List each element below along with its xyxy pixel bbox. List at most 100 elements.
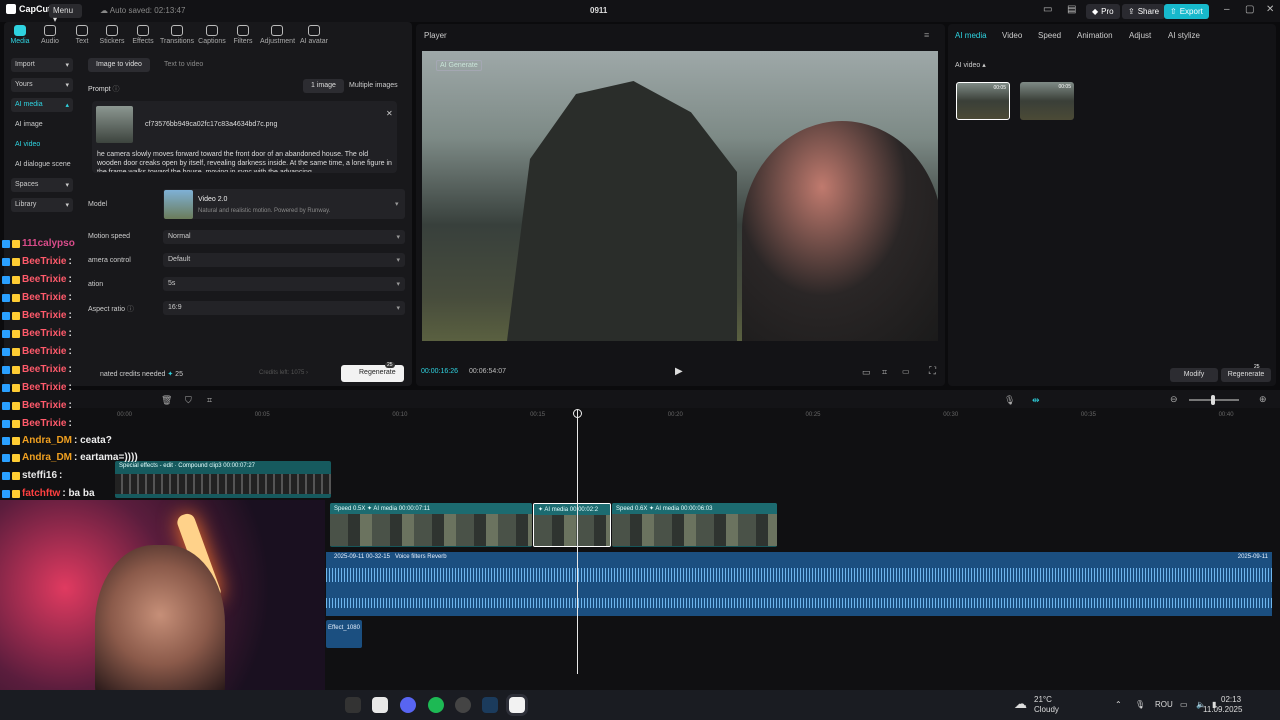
sidebar-item-ai-video[interactable]: AI video [11, 138, 73, 152]
fullscreen-icon[interactable]: ⛶ [929, 366, 936, 377]
tab-transitions[interactable]: Transitions [160, 25, 194, 45]
sidebar-item-ai-dialogue[interactable]: AI dialogue scene [11, 158, 83, 172]
zoom-in-icon[interactable]: ⊕ [1259, 394, 1267, 405]
tab-adjust[interactable]: Adjust [1129, 31, 1151, 40]
tab-stickers[interactable]: Stickers [95, 25, 129, 45]
compound-clip[interactable]: Special effects - edit · Compound clip3 … [115, 461, 331, 498]
tab-media[interactable]: Media [3, 25, 37, 45]
remove-image-icon[interactable]: ✕ [386, 109, 393, 118]
play-icon[interactable]: ▶ [675, 366, 683, 377]
crop-icon[interactable]: ⌗ [882, 367, 887, 378]
chat-username[interactable]: Andra_DM [22, 452, 72, 463]
credits-left[interactable]: Credits left: 1075 › [259, 370, 308, 376]
chat-username[interactable]: Andra_DM [22, 435, 72, 446]
files-icon[interactable] [372, 697, 388, 713]
tab-adjustment[interactable]: Adjustment [260, 25, 295, 45]
chat-username[interactable]: fatchftw [22, 488, 60, 499]
ai-video-thumb-2[interactable]: 00:05 [1020, 82, 1074, 120]
model-selector[interactable] [163, 189, 405, 219]
aspect-ratio-select[interactable]: 16:9 ▾ [163, 301, 405, 315]
chat-username[interactable]: steffi16 [22, 470, 57, 481]
shield-icon[interactable]: ⛉ [185, 395, 192, 406]
tab-speed[interactable]: Speed [1038, 31, 1061, 40]
one-image-toggle[interactable]: 1 image [303, 79, 344, 93]
steam-icon[interactable] [482, 697, 498, 713]
tab-text[interactable]: Text [65, 25, 99, 45]
chat-username[interactable]: BeeTrixie [22, 256, 66, 267]
export-button[interactable]: ⇧ Export [1164, 4, 1209, 19]
zoom-slider-handle[interactable] [1211, 395, 1215, 405]
timeline-clip-selected[interactable]: ✦ AI media 00:00:02:2 [533, 503, 611, 547]
yours-dropdown[interactable]: Yours ▾ [11, 78, 73, 92]
crop-tool-icon[interactable]: ⌗ [207, 395, 212, 406]
chat-username[interactable]: BeeTrixie [22, 292, 66, 303]
chat-username[interactable]: BeeTrixie [22, 418, 66, 429]
playhead-handle[interactable] [573, 409, 582, 418]
maximize-icon[interactable]: ▢ [1245, 4, 1254, 15]
ai-video-thumb-1[interactable]: 00:05 [956, 82, 1010, 120]
import-dropdown[interactable]: Import ▾ [11, 58, 73, 72]
player-menu-icon[interactable]: ≡ [924, 30, 929, 40]
chat-username[interactable]: BeeTrixie [22, 346, 66, 357]
tab-text-to-video[interactable]: Text to video [156, 58, 211, 72]
multi-image-toggle[interactable]: Multiple images [341, 79, 406, 93]
share-button[interactable]: ⇪ Share [1122, 4, 1166, 19]
tab-animation[interactable]: Animation [1077, 31, 1113, 40]
modify-button[interactable]: Modify [1170, 368, 1218, 382]
zoom-out-icon[interactable]: ⊖ [1170, 394, 1178, 405]
clock-time[interactable]: 02:13 [1221, 695, 1241, 704]
timeline-clip[interactable]: Speed 0.6X ✦ AI media 00:00:06:03 [612, 503, 777, 547]
tray-chevron-icon[interactable]: ⌃ [1115, 700, 1122, 709]
prompt-text[interactable]: he camera slowly moves forward toward th… [97, 150, 394, 172]
library-dropdown[interactable]: Library ▾ [11, 198, 73, 212]
right-regenerate-button[interactable]: Regenerate [1221, 368, 1271, 382]
clock-date[interactable]: 11.09.2025 [1203, 705, 1242, 714]
playhead[interactable] [577, 410, 578, 674]
app-icon[interactable] [345, 697, 361, 713]
tab-filters[interactable]: Filters [226, 25, 260, 45]
tab-video[interactable]: Video [1002, 31, 1022, 40]
chat-username[interactable]: BeeTrixie [22, 400, 66, 411]
camera-control-select[interactable]: Default ▾ [163, 253, 405, 267]
ai-media-dropdown[interactable]: AI media ▴ [11, 98, 73, 112]
discord-icon[interactable] [400, 697, 416, 713]
effect-clip[interactable]: Effect_1080 [326, 620, 362, 648]
audio-track-clip[interactable]: 2025-09-11 00-32-15 Voice filters Reverb… [326, 552, 1272, 616]
tab-captions[interactable]: Captions [195, 25, 229, 45]
spaces-dropdown[interactable]: Spaces ▾ [11, 178, 73, 192]
network-icon[interactable]: ▭ [1180, 700, 1188, 709]
capcut-taskbar-icon[interactable] [509, 697, 525, 713]
delete-icon[interactable]: 🗑 [161, 395, 172, 406]
tab-ai-avatar[interactable]: AI avatar [297, 25, 331, 45]
quality-icon[interactable]: ▭ [862, 367, 871, 378]
mic-tray-icon[interactable]: 🎙 [1135, 700, 1145, 709]
chat-username[interactable]: BeeTrixie [22, 310, 66, 321]
obs-icon[interactable] [455, 697, 471, 713]
video-preview[interactable] [422, 51, 938, 341]
ratio-icon[interactable]: ▭ [902, 367, 910, 376]
shortcuts-icon[interactable]: ▤ [1067, 4, 1076, 15]
menu-button[interactable]: Menu ▾ [49, 4, 82, 24]
tab-ai-stylize[interactable]: AI stylize [1168, 31, 1200, 40]
language-indicator[interactable]: ROU [1155, 700, 1173, 709]
chat-username[interactable]: 111calypso [22, 238, 75, 249]
chat-username[interactable]: BeeTrixie [22, 382, 66, 393]
motion-speed-select[interactable]: Normal ▾ [163, 230, 405, 244]
chat-username[interactable]: BeeTrixie [22, 328, 66, 339]
duration-select[interactable]: 5s ▾ [163, 277, 405, 291]
minimize-icon[interactable]: – [1224, 4, 1230, 15]
snap-icon[interactable]: ⇹ [1032, 395, 1040, 406]
chat-username[interactable]: BeeTrixie [22, 364, 66, 375]
tab-audio[interactable]: Audio [33, 25, 67, 45]
tab-ai-media[interactable]: AI media [955, 31, 987, 40]
tab-image-to-video[interactable]: Image to video [88, 58, 150, 72]
mic-icon[interactable]: 🎙 [1004, 395, 1015, 406]
spotify-icon[interactable] [428, 697, 444, 713]
project-title[interactable]: 0911 [590, 6, 607, 15]
close-icon[interactable]: ✕ [1266, 4, 1274, 15]
ai-video-section[interactable]: AI video ▴ [955, 61, 986, 69]
sidebar-item-ai-image[interactable]: AI image [11, 118, 73, 132]
pro-button[interactable]: ◆ Pro [1086, 4, 1120, 19]
chat-username[interactable]: BeeTrixie [22, 274, 66, 285]
layout-icon[interactable]: ▭ [1043, 4, 1052, 15]
